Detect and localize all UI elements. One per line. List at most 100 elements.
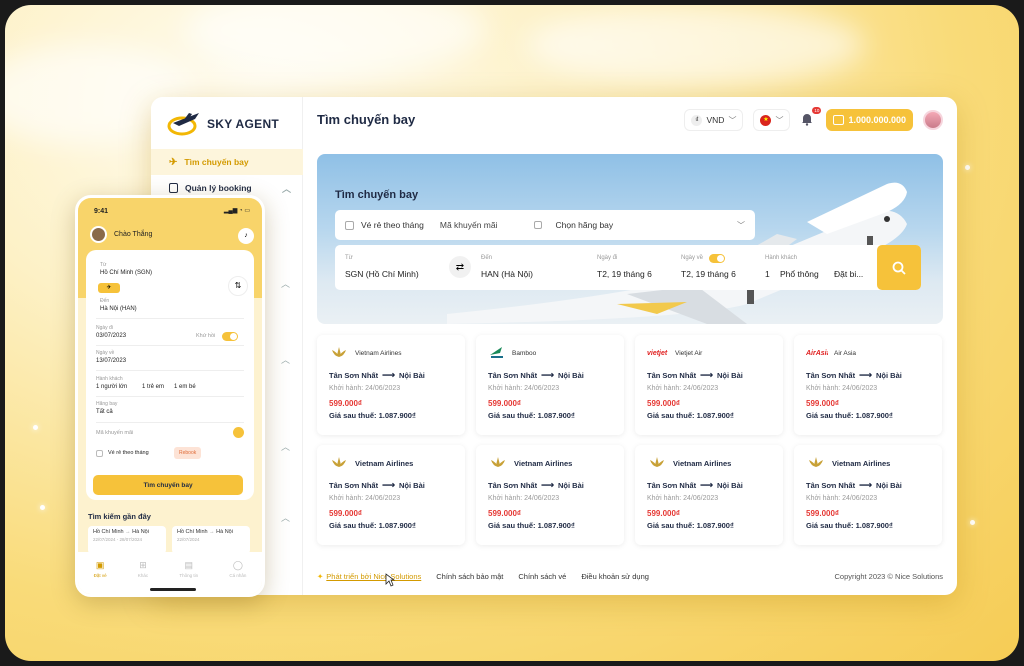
flight-card[interactable]: Vietnam Airlines Tân Sơn Nhất ⟶ Nội Bài Khởi… [317, 445, 465, 545]
route-from: Tân Sơn Nhất [647, 481, 697, 490]
arrow-right-icon: ⟶ [541, 370, 554, 380]
chevron-up-icon[interactable]: ︿ [282, 182, 291, 195]
ticket-policy-link[interactable]: Chính sách vé [518, 572, 566, 581]
to-field[interactable]: HAN (Hà Nội) [481, 269, 533, 279]
booking-icon [169, 183, 178, 193]
promo-code-input[interactable]: Mã khuyến mãi [440, 220, 498, 230]
flight-card[interactable]: Vietnam Airlines Tân Sơn Nhất ⟶ Nội Bài Khởi… [635, 445, 783, 545]
airline-header: AirAsia Air Asia [805, 346, 930, 360]
notification-button[interactable]: 10 [800, 107, 822, 128]
currency-select[interactable]: ₫ VND ﹀ [684, 109, 744, 131]
cheap-monthly-label[interactable]: Vé rẻ theo tháng [108, 450, 149, 456]
price-after-tax: Giá sau thuế: 1.087.900₫ [647, 521, 734, 530]
tab-profile[interactable]: ◯ Cá nhân [229, 560, 246, 578]
avatar[interactable] [923, 110, 943, 130]
chevron-up-icon[interactable]: ︿ [281, 511, 290, 524]
cheap-monthly-checkbox[interactable] [96, 450, 103, 457]
price: 599.000₫ [329, 399, 363, 408]
price: 599.000₫ [329, 509, 363, 518]
mobile-search-card: Từ Hồ Chí Minh (SGN) ✈ ⇅ Đến Hà Nội (HAN… [86, 250, 254, 500]
developer-link[interactable]: Phát triển bởi Nice Solutions [326, 572, 421, 581]
flight-card[interactable]: AirAsia Air Asia Tân Sơn Nhất⟶ Nội Bài Khởi … [794, 335, 942, 435]
flight-card[interactable]: vietjet Vietjet Air Tân Sơn Nhất ⟶ Nội Bài Kh… [635, 335, 783, 435]
mobile-app: 9:41 ▂▄▆ ◔ ▭ Chào Thắng ♪ Từ Hồ Chí Minh… [75, 195, 265, 597]
to-field[interactable]: Hà Nội (HAN) [100, 306, 137, 312]
from-field[interactable]: SGN (Hồ Chí Minh) [345, 269, 419, 279]
flight-card[interactable]: Vietnam Airlines Tân Sơn Nhất ⟶ Nội Bài Khởi… [317, 335, 465, 435]
chevron-down-icon[interactable]: ﹀ [737, 220, 745, 231]
adult-count[interactable]: 1 người lớn [96, 384, 127, 390]
return-field[interactable]: 13/07/2023 [96, 358, 126, 364]
depart-date-field[interactable]: T2, 19 tháng 6 [597, 269, 652, 279]
airline-header: Vietnam Airlines [329, 456, 453, 470]
swap-icon[interactable]: ⇅ [228, 276, 248, 296]
from-label: Từ [345, 255, 353, 261]
departure-date: Khởi hành: 24/06/2023 [488, 385, 560, 392]
promo-icon[interactable] [233, 427, 244, 438]
tab-label: Khác [137, 573, 149, 578]
tab-other[interactable]: ⊞ Khác [138, 560, 148, 578]
extra-option[interactable]: Đặt bi... [834, 269, 863, 279]
infant-count[interactable]: 1 em bé [174, 384, 196, 390]
return-toggle[interactable] [709, 254, 725, 263]
greeting: Chào Thắng [114, 231, 153, 238]
return-label: Ngày về [96, 350, 115, 356]
rebook-button[interactable]: Rebook [174, 447, 202, 459]
flight-results: Vietnam Airlines Tân Sơn Nhất ⟶ Nội Bài Khởi… [317, 335, 943, 545]
arrow-right-icon: ⟶ [700, 370, 713, 380]
notification-icon[interactable]: ♪ [238, 228, 254, 244]
arrow-right-icon: ⟶ [541, 480, 554, 490]
chevron-up-icon[interactable]: ︿ [281, 353, 290, 366]
swap-icon[interactable]: ⇄ [449, 256, 471, 278]
promo-icon [533, 221, 542, 229]
currency-label: VND [706, 115, 725, 125]
from-field[interactable]: Hồ Chí Minh (SGN) [100, 270, 152, 276]
chevron-up-icon[interactable]: ︿ [281, 277, 290, 290]
sidebar-item-search-flight[interactable]: ✈ Tìm chuyến bay [151, 149, 303, 175]
arrow-right-icon: ⟶ [859, 370, 872, 380]
cabin-class[interactable]: Phổ thông [780, 269, 819, 279]
departure-date: Khởi hành: 24/06/2023 [488, 495, 560, 502]
recent-item[interactable]: Hồ Chí Minh → Hà Nội 22/07/2024 - 28/07/… [88, 526, 166, 554]
search-title: Tìm chuyến bay [335, 189, 419, 201]
sidebar-item-label: Tìm chuyến bay [184, 157, 249, 167]
sidebar-item-label: Quản lý booking [185, 183, 252, 193]
airline-select[interactable]: Chọn hãng bay [556, 220, 614, 230]
grid-icon: ⊞ [139, 560, 147, 570]
roundtrip-toggle[interactable] [222, 332, 238, 341]
airline-header: Bamboo [488, 346, 612, 360]
privacy-link[interactable]: Chính sách bảo mật [436, 572, 503, 581]
price-after-tax: Giá sau thuế: 1.087.900₫ [488, 411, 575, 420]
tab-info[interactable]: ▤ Thông tin [179, 560, 198, 578]
to-label: Đến [100, 298, 110, 304]
pax-count[interactable]: 1 [765, 269, 770, 279]
language-select[interactable]: ★ ﹀ [753, 109, 791, 131]
price: 599.000₫ [647, 399, 681, 408]
tab-label: Đặt vé [93, 573, 107, 578]
price: 599.000₫ [488, 399, 522, 408]
tab-booking[interactable]: ▣ Đặt vé [94, 560, 107, 578]
chevron-up-icon[interactable]: ︿ [281, 440, 290, 453]
search-button[interactable] [877, 245, 921, 290]
cheap-monthly-label[interactable]: Vé rẻ theo tháng [361, 220, 424, 230]
balance-badge[interactable]: 1.000.000.000 [826, 109, 913, 131]
return-date-field[interactable]: T2, 19 tháng 6 [681, 269, 736, 279]
depart-field[interactable]: 03/07/2023 [96, 333, 126, 339]
airline-name: Air Asia [834, 349, 857, 357]
cheap-monthly-checkbox[interactable] [345, 220, 354, 230]
main-content: Tìm chuyến bay ₫ VND ﹀ ★ ﹀ 10 1.000.000.… [303, 97, 957, 595]
recent-item[interactable]: Hồ Chí Minh → Hà Nội 22/07/2024 [172, 526, 250, 554]
flight-card[interactable]: Vietnam Airlines Tân Sơn Nhất ⟶ Nội Bài Khởi… [476, 445, 624, 545]
airline-logo-icon [806, 456, 826, 470]
promo-input[interactable]: Mã khuyến mãi [96, 430, 133, 436]
departure-date: Khởi hành: 24/06/2023 [329, 495, 401, 502]
logo[interactable]: SKY AGENT [167, 109, 279, 139]
route-from: Tân Sơn Nhất [329, 371, 379, 380]
user-avatar[interactable] [90, 226, 107, 243]
airline-field[interactable]: Tất cả [96, 409, 113, 415]
flight-card[interactable]: Bamboo Tân Sơn Nhất ⟶ Nội Bài Khởi hành: 24/… [476, 335, 624, 435]
flight-card[interactable]: Vietnam Airlines Tân Sơn Nhất ⟶ Nội Bài Khởi… [794, 445, 942, 545]
mobile-search-button[interactable]: Tìm chuyến bay [93, 475, 243, 495]
child-count[interactable]: 1 trẻ em [142, 384, 164, 390]
terms-link[interactable]: Điều khoản sử dụng [581, 572, 649, 581]
